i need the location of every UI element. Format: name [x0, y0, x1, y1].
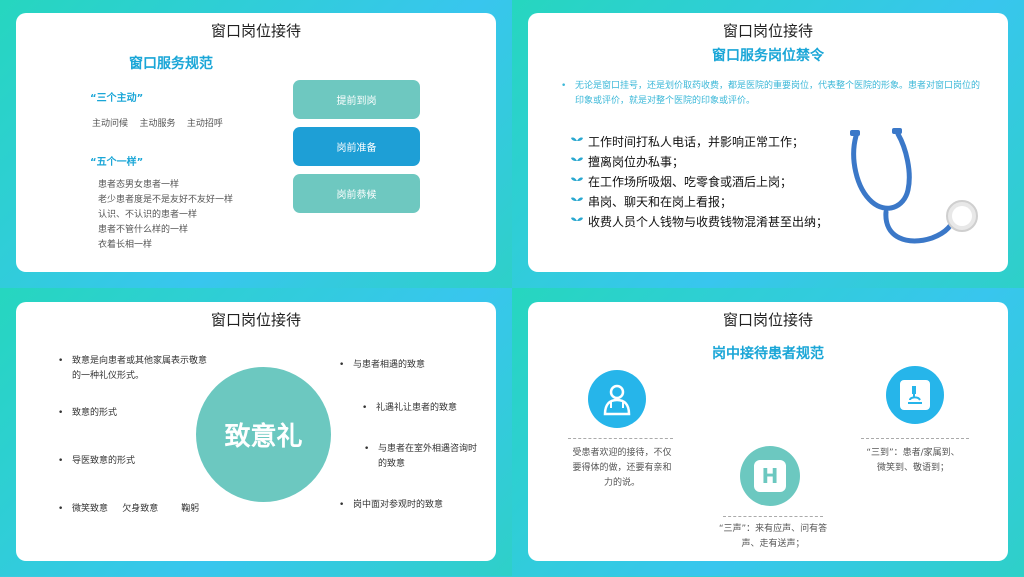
slide-3-card: 窗口岗位接待 致意礼 致意是向患者或其他家属表示敬意的一种礼仪形式。 致意的形式… [16, 302, 496, 561]
left-bullet: 导医致意的形式 [58, 454, 135, 469]
prep-button[interactable]: 岗前准备 [293, 127, 420, 166]
right-bullet: 与患者相遇的致意 [339, 358, 425, 373]
right-bullet: 礼遇礼让患者的致意 [362, 401, 457, 416]
rule-row: 串岗、聊天和在岗上看报； [570, 193, 732, 210]
slide-2-card: 窗口岗位接待 窗口服务岗位禁令 • 无论是窗口挂号，还是划价取药收费，都是医院的… [528, 13, 1008, 272]
list-item: 老少患者度是不是友好不友好一样 [98, 195, 234, 205]
rule-text: 工作时间打私人电话，并影响正常工作； [588, 135, 805, 149]
left-bullet: 致意的形式 [58, 406, 117, 421]
slide-1[interactable]: 窗口岗位接待 窗口服务规范 “三个主动” 主动问候 主动服务 主动招呼 “五个一… [0, 0, 512, 288]
list-item: 衣着长相一样 [98, 240, 153, 250]
plant-icon [571, 136, 583, 148]
slide-title: 窗口岗位接待 [210, 311, 301, 329]
slide-3[interactable]: 窗口岗位接待 致意礼 致意是向患者或其他家属表示敬意的一种礼仪形式。 致意的形式… [0, 288, 512, 576]
slide-4-card: 窗口岗位接待 岗中接待患者规范 受患者欢迎的接待，不仅要得体的做，还要有亲和力的… [528, 302, 1008, 561]
slide-2[interactable]: 窗口岗位接待 窗口服务岗位禁令 • 无论是窗口挂号，还是划价取药收费，都是医院的… [512, 0, 1024, 288]
rule-text: 收费人员个人钱物与收费钱物混淆甚至出纳； [588, 215, 829, 229]
rule-text: 在工作场所吸烟、吃零食或酒后上岗； [588, 175, 793, 189]
left-text: 受患者欢迎的接待，不仅要得体的做，还要有亲和力的说。 [572, 448, 672, 488]
slide-subtitle: 窗口服务规范 [129, 56, 213, 72]
five-same-list: 患者态男女患者一样 老少患者度是不是友好不友好一样 认识、不认识的患者一样 患者… [98, 178, 233, 253]
doctor-icon [588, 370, 646, 428]
await-button[interactable]: 岗前恭候 [293, 174, 420, 213]
left-bullet: 致意是向患者或其他家属表示敬意的一种礼仪形式。 [58, 354, 207, 384]
heading-three-active: “三个主动” [90, 93, 144, 104]
rule-row: 擅离岗位办私事； [570, 153, 684, 170]
intro-content: 无论是窗口挂号，还是划价取药收费，都是医院的重要岗位，代表整个医院的形象。患者对… [575, 81, 981, 106]
plant-icon [571, 196, 583, 208]
left-bullet: 微笑致意 欠身致意 鞠躬 [58, 502, 199, 517]
slide-subtitle: 岗中接待患者规范 [712, 346, 824, 362]
list-item: 认识、不认识的患者一样 [98, 210, 198, 220]
right-bullet: 岗中面对参观时的致意 [339, 498, 443, 513]
list-item: 患者态男女患者一样 [98, 180, 180, 190]
right-text: “三到”：患者/家属到、微笑到、敬语到； [866, 448, 960, 473]
list-item: 患者不管什么样的一样 [98, 225, 189, 235]
slide-title: 窗口岗位接待 [722, 22, 813, 40]
three-active-line: 主动问候 主动服务 主动招呼 [92, 119, 223, 129]
stethoscope-icon [850, 128, 978, 244]
hospital-icon: H [740, 446, 800, 506]
rule-row: 在工作场所吸烟、吃零食或酒后上岗； [570, 173, 792, 190]
greeting-circle: 致意礼 [196, 367, 331, 502]
divider [568, 438, 673, 439]
slide-4[interactable]: 窗口岗位接待 岗中接待患者规范 受患者欢迎的接待，不仅要得体的做，还要有亲和力的… [512, 288, 1024, 576]
center-label: 致意礼 [224, 422, 303, 452]
plant-icon [571, 156, 583, 168]
mid-text: “三声”：来有应声、问有答声、走有送声； [718, 524, 828, 549]
h-letter: H [754, 460, 786, 492]
rule-text: 擅离岗位办私事； [588, 155, 685, 169]
divider [723, 516, 823, 517]
heading-five-same: “五个一样” [90, 157, 144, 168]
rule-text: 串岗、聊天和在岗上看报； [588, 195, 733, 209]
microscope-icon [886, 366, 944, 424]
bullet: • [561, 81, 567, 91]
slide-title: 窗口岗位接待 [722, 311, 813, 329]
slide-1-card: 窗口岗位接待 窗口服务规范 “三个主动” 主动问候 主动服务 主动招呼 “五个一… [16, 13, 496, 272]
slide-subtitle: 窗口服务岗位禁令 [712, 48, 824, 64]
divider [861, 438, 969, 439]
plant-icon [571, 216, 583, 228]
slide-title: 窗口岗位接待 [210, 22, 301, 40]
plant-icon [571, 176, 583, 188]
right-bullet: 与患者在室外相遇咨询时的致意 [364, 442, 483, 472]
arrive-early-button[interactable]: 提前到岗 [293, 80, 420, 119]
intro-text: • 无论是窗口挂号，还是划价取药收费，都是医院的重要岗位，代表整个医院的形象。患… [561, 79, 983, 109]
rule-row: 工作时间打私人电话，并影响正常工作； [570, 133, 804, 150]
rule-row: 收费人员个人钱物与收费钱物混淆甚至出纳； [570, 213, 828, 230]
